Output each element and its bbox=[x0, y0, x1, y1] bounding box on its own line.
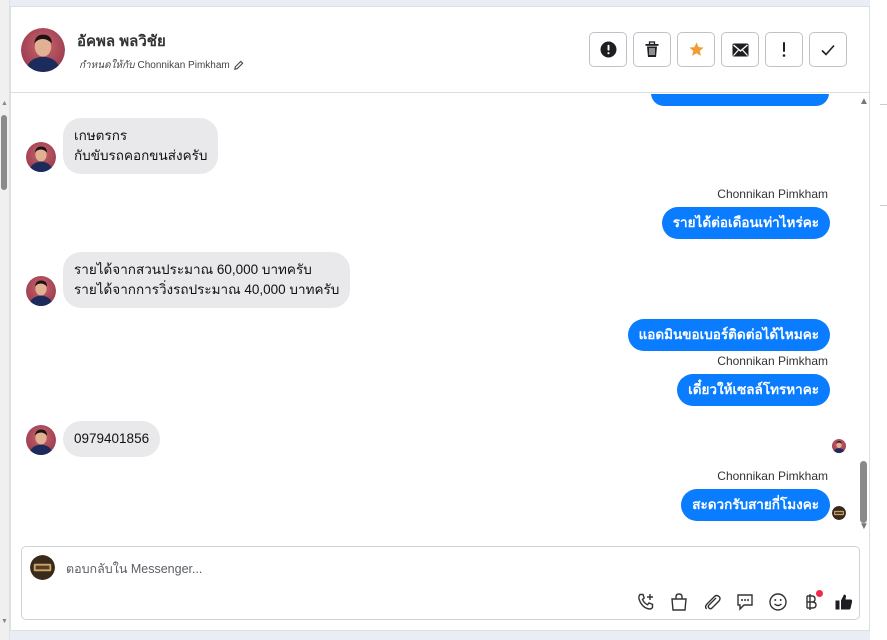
message-bubble-incoming[interactable]: เกษตรกร กับขับรถคอกขนส่งครับ bbox=[63, 118, 219, 174]
phone-plus-icon bbox=[638, 593, 654, 610]
scroll-up-arrow[interactable]: ▲ bbox=[859, 97, 869, 107]
contact-avatar-small[interactable] bbox=[26, 142, 56, 172]
mark-unread-button[interactable] bbox=[721, 32, 759, 67]
message-bubble-outgoing[interactable]: แอดมินขอเบอร์ติดต่อได้ไหมคะ bbox=[627, 319, 830, 351]
message-line: เกษตรกร bbox=[74, 128, 128, 143]
assignee-name: Chonnikan Pimkham bbox=[137, 60, 230, 71]
star-icon bbox=[688, 42, 704, 56]
right-edge-strip bbox=[870, 0, 887, 640]
message-bubble-incoming[interactable]: 0979401856 bbox=[63, 421, 161, 457]
message-bubble-outgoing[interactable]: สะดวกรับสายกี่โมงคะ bbox=[681, 489, 830, 521]
message-bubble-outgoing[interactable]: รายได้ต่อเดือนเท่าไหร่คะ bbox=[661, 207, 830, 239]
star-button[interactable] bbox=[677, 32, 715, 67]
exclamation-circle-icon bbox=[600, 41, 616, 58]
paperclip-icon bbox=[704, 594, 721, 610]
reply-input[interactable] bbox=[66, 559, 566, 579]
conversation-header: อัคพล พลวิชัย กำหนดให้กับ Chonnikan Pimk… bbox=[11, 7, 869, 93]
scroll-down-arrow[interactable]: ▼ bbox=[1, 618, 8, 625]
message-bubble-incoming[interactable]: รายได้จากสวนประมาณ 60,000 บาทครับ รายได้… bbox=[63, 252, 351, 308]
shopping-bag-icon bbox=[671, 593, 687, 611]
contact-name[interactable]: อัคพล พลวิชัย bbox=[77, 29, 166, 53]
call-button[interactable] bbox=[634, 590, 658, 614]
assignment-info[interactable]: กำหนดให้กับ Chonnikan Pimkham bbox=[79, 58, 244, 73]
scroll-down-arrow[interactable]: ▼ bbox=[859, 522, 869, 532]
message-scrollbar[interactable]: ▲ ▼ bbox=[858, 94, 869, 541]
divider bbox=[880, 205, 887, 206]
check-icon bbox=[821, 44, 835, 56]
page-avatar bbox=[30, 555, 55, 580]
outer-scrollbar[interactable]: ▲ ▼ bbox=[0, 0, 10, 640]
sender-label: Chonnikan Pimkham bbox=[717, 354, 828, 368]
message-list[interactable]: เกษตรกร กับขับรถคอกขนส่งครับ Chonnikan P… bbox=[11, 94, 859, 541]
spam-button[interactable] bbox=[589, 32, 627, 67]
envelope-icon bbox=[732, 43, 748, 56]
pencil-icon[interactable] bbox=[233, 60, 244, 71]
emoji-button[interactable] bbox=[766, 590, 790, 614]
contact-avatar[interactable] bbox=[21, 28, 65, 72]
message-bubble-outgoing[interactable]: เดี๋ยวให้เซลล์โทรหาคะ bbox=[677, 374, 830, 406]
smiley-icon bbox=[769, 593, 787, 611]
notification-dot bbox=[816, 590, 823, 597]
chat-bubble-icon bbox=[737, 594, 753, 611]
trash-icon bbox=[645, 41, 659, 57]
assign-label: กำหนดให้กับ bbox=[79, 60, 135, 71]
conversation-panel: อัคพล พลวิชัย กำหนดให้กับ Chonnikan Pimk… bbox=[10, 6, 870, 631]
message-line: 0979401856 bbox=[74, 431, 150, 446]
message-line: รายได้จากการวิ่งรถประมาณ 40,000 บาทครับ bbox=[74, 282, 340, 297]
outer-scrollbar-thumb[interactable] bbox=[1, 115, 7, 190]
payment-button[interactable] bbox=[799, 590, 823, 614]
composer-toolbar bbox=[634, 590, 856, 614]
attach-button[interactable] bbox=[700, 590, 724, 614]
delete-button[interactable] bbox=[633, 32, 671, 67]
thumbs-up-icon bbox=[835, 594, 853, 610]
seen-avatar bbox=[832, 439, 846, 453]
saved-replies-button[interactable] bbox=[733, 590, 757, 614]
header-actions bbox=[589, 32, 847, 67]
message-line: รายได้จากสวนประมาณ 60,000 บาทครับ bbox=[74, 262, 312, 277]
sender-label: Chonnikan Pimkham bbox=[717, 187, 828, 201]
like-button[interactable] bbox=[832, 590, 856, 614]
message-bubble-partial[interactable] bbox=[651, 94, 829, 106]
reply-composer bbox=[21, 546, 860, 620]
message-line: กับขับรถคอกขนส่งครับ bbox=[74, 148, 208, 163]
scroll-up-arrow[interactable]: ▲ bbox=[1, 100, 8, 107]
message-scrollbar-thumb[interactable] bbox=[860, 461, 867, 523]
shop-button[interactable] bbox=[667, 590, 691, 614]
sender-label: Chonnikan Pimkham bbox=[717, 469, 828, 483]
divider bbox=[880, 104, 887, 105]
mark-done-button[interactable] bbox=[809, 32, 847, 67]
page-seen-avatar bbox=[832, 506, 846, 520]
exclamation-icon bbox=[782, 42, 786, 57]
contact-avatar-small[interactable] bbox=[26, 276, 56, 306]
contact-avatar-small[interactable] bbox=[26, 425, 56, 455]
follow-up-button[interactable] bbox=[765, 32, 803, 67]
